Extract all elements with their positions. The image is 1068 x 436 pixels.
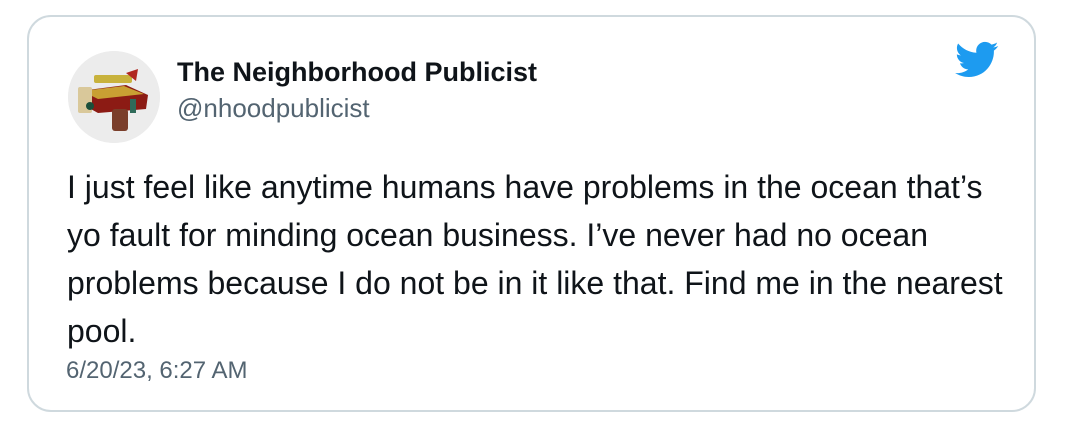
tweet-text: I just feel like anytime humans have pro… (67, 169, 1003, 349)
twitter-bird-icon[interactable] (955, 41, 999, 79)
author-block: The Neighborhood Publicist @nhoodpublici… (177, 55, 537, 125)
avatar[interactable] (68, 51, 160, 143)
author-handle[interactable]: @nhoodpublicist (177, 91, 537, 125)
tweet-card: The Neighborhood Publicist @nhoodpublici… (27, 15, 1036, 412)
logo-avatar-icon (68, 51, 160, 143)
tweet-timestamp[interactable]: 6/20/23, 6:27 AM (66, 356, 247, 386)
author-display-name[interactable]: The Neighborhood Publicist (177, 55, 537, 89)
